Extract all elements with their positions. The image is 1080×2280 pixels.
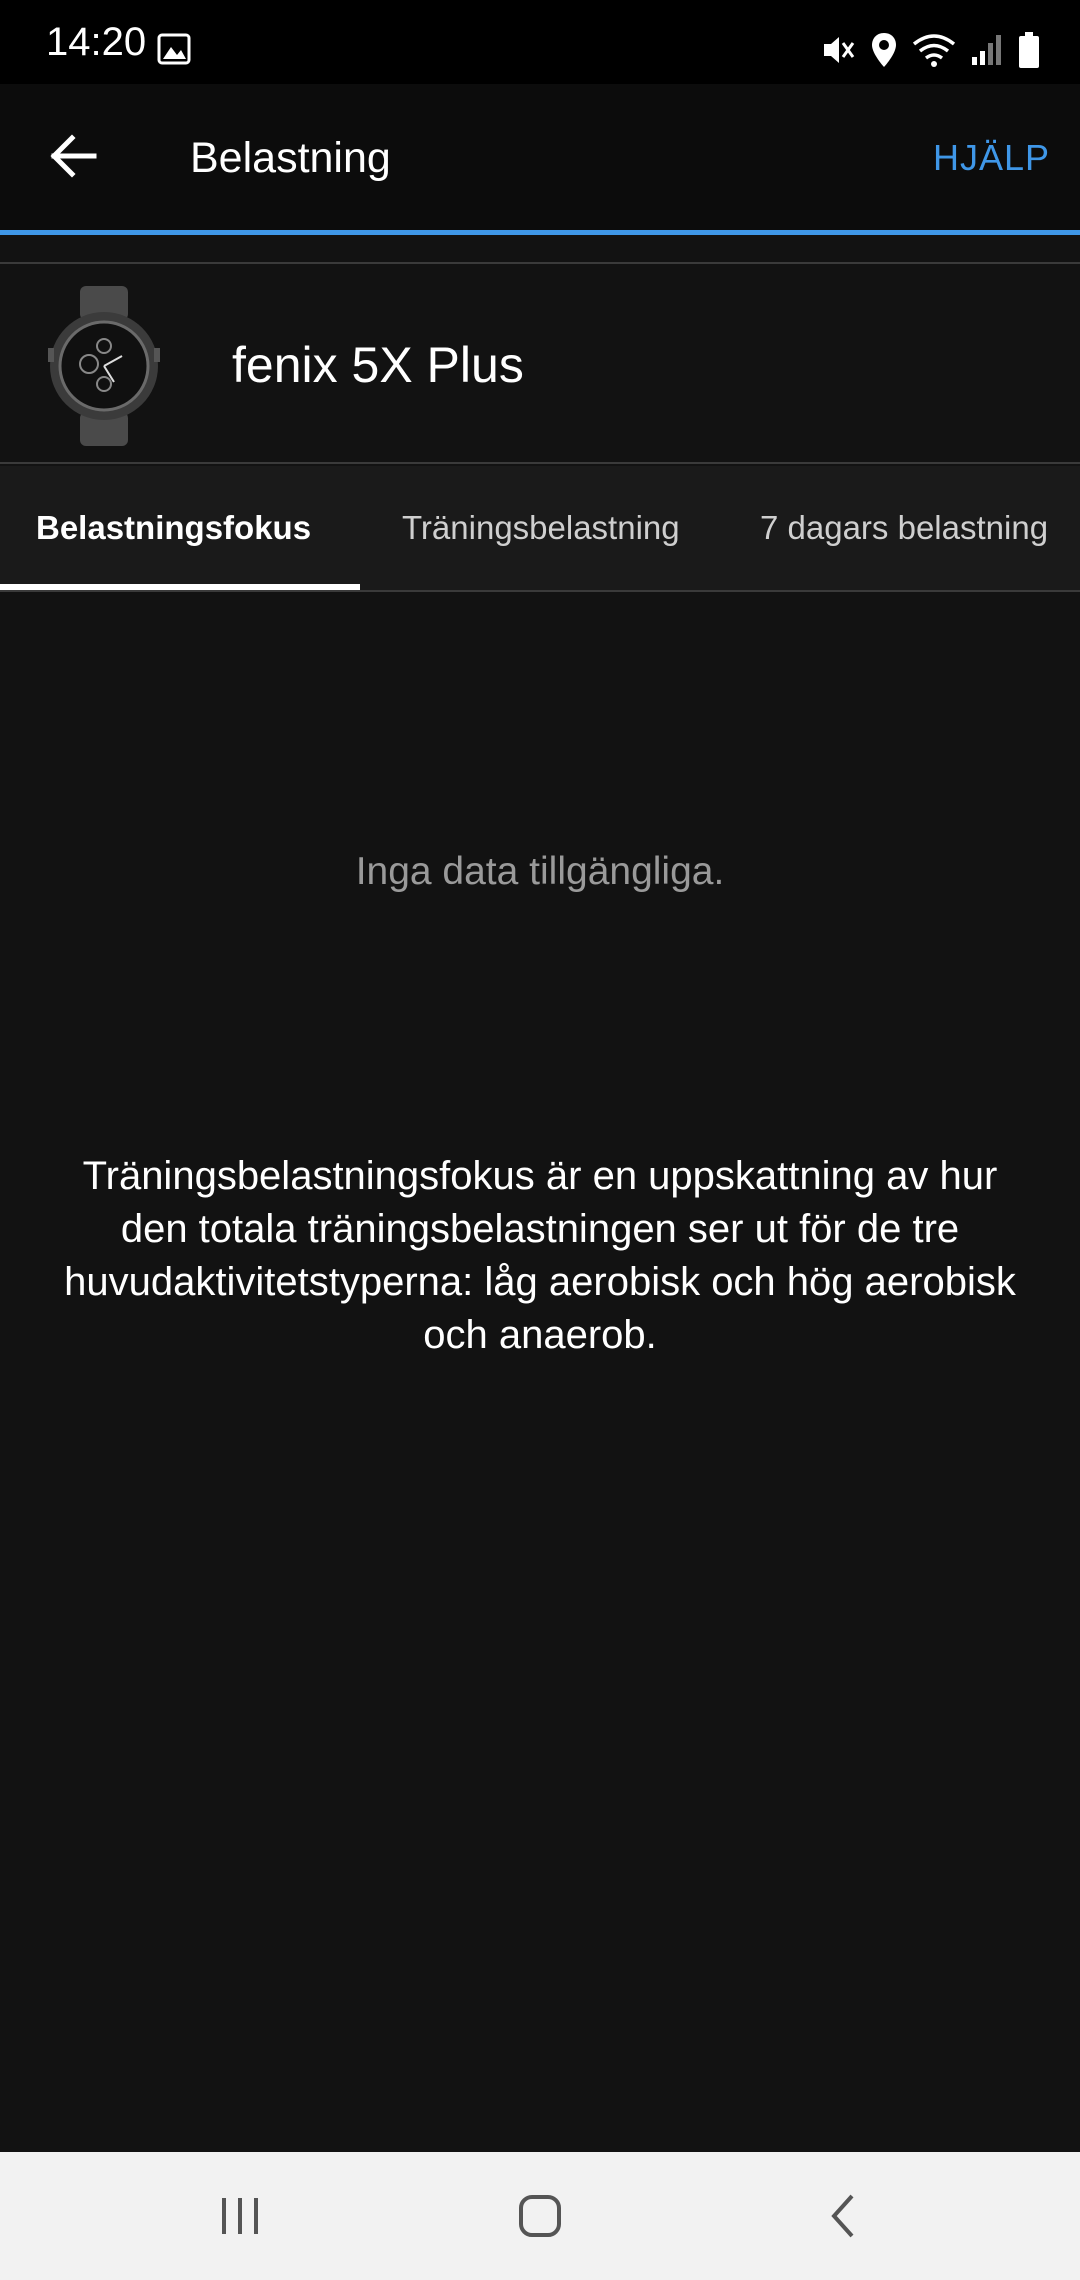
active-tab-indicator xyxy=(0,584,360,590)
gallery-icon xyxy=(157,33,191,65)
tab-bar: Belastningsfokus Träningsbelastning 7 da… xyxy=(0,466,1080,592)
tab-7-dagars-belastning[interactable]: 7 dagars belastning xyxy=(760,466,1048,590)
device-section[interactable]: fenix 5X Plus xyxy=(0,262,1080,464)
empty-state-message: Inga data tillgängliga. xyxy=(355,850,725,893)
help-button[interactable]: HJÄLP xyxy=(933,84,1050,232)
wifi-icon xyxy=(912,34,956,67)
signal-icon xyxy=(972,35,1001,65)
home-icon[interactable] xyxy=(508,2184,572,2248)
app-bar-accent-line xyxy=(0,230,1080,235)
description-text: Träningsbelastningsfokus är en uppskattn… xyxy=(64,1154,1016,1357)
tab-traningsbelastning[interactable]: Träningsbelastning xyxy=(402,466,680,590)
system-nav-bar xyxy=(0,2152,1080,2280)
watch-icon xyxy=(48,286,160,446)
back-arrow-icon[interactable] xyxy=(44,126,104,186)
status-bar: 14:20 xyxy=(0,0,1080,84)
location-icon xyxy=(872,33,896,67)
page-title: Belastning xyxy=(190,134,391,182)
tab-belastningsfokus[interactable]: Belastningsfokus xyxy=(36,466,311,590)
mute-icon xyxy=(824,37,855,63)
recent-apps-icon[interactable] xyxy=(208,2184,272,2248)
app-bar: Belastning HJÄLP xyxy=(0,84,1080,232)
device-name: fenix 5X Plus xyxy=(232,337,524,393)
status-time: 14:20 xyxy=(46,20,147,64)
back-nav-icon[interactable] xyxy=(812,2184,876,2248)
battery-icon xyxy=(1019,32,1039,68)
